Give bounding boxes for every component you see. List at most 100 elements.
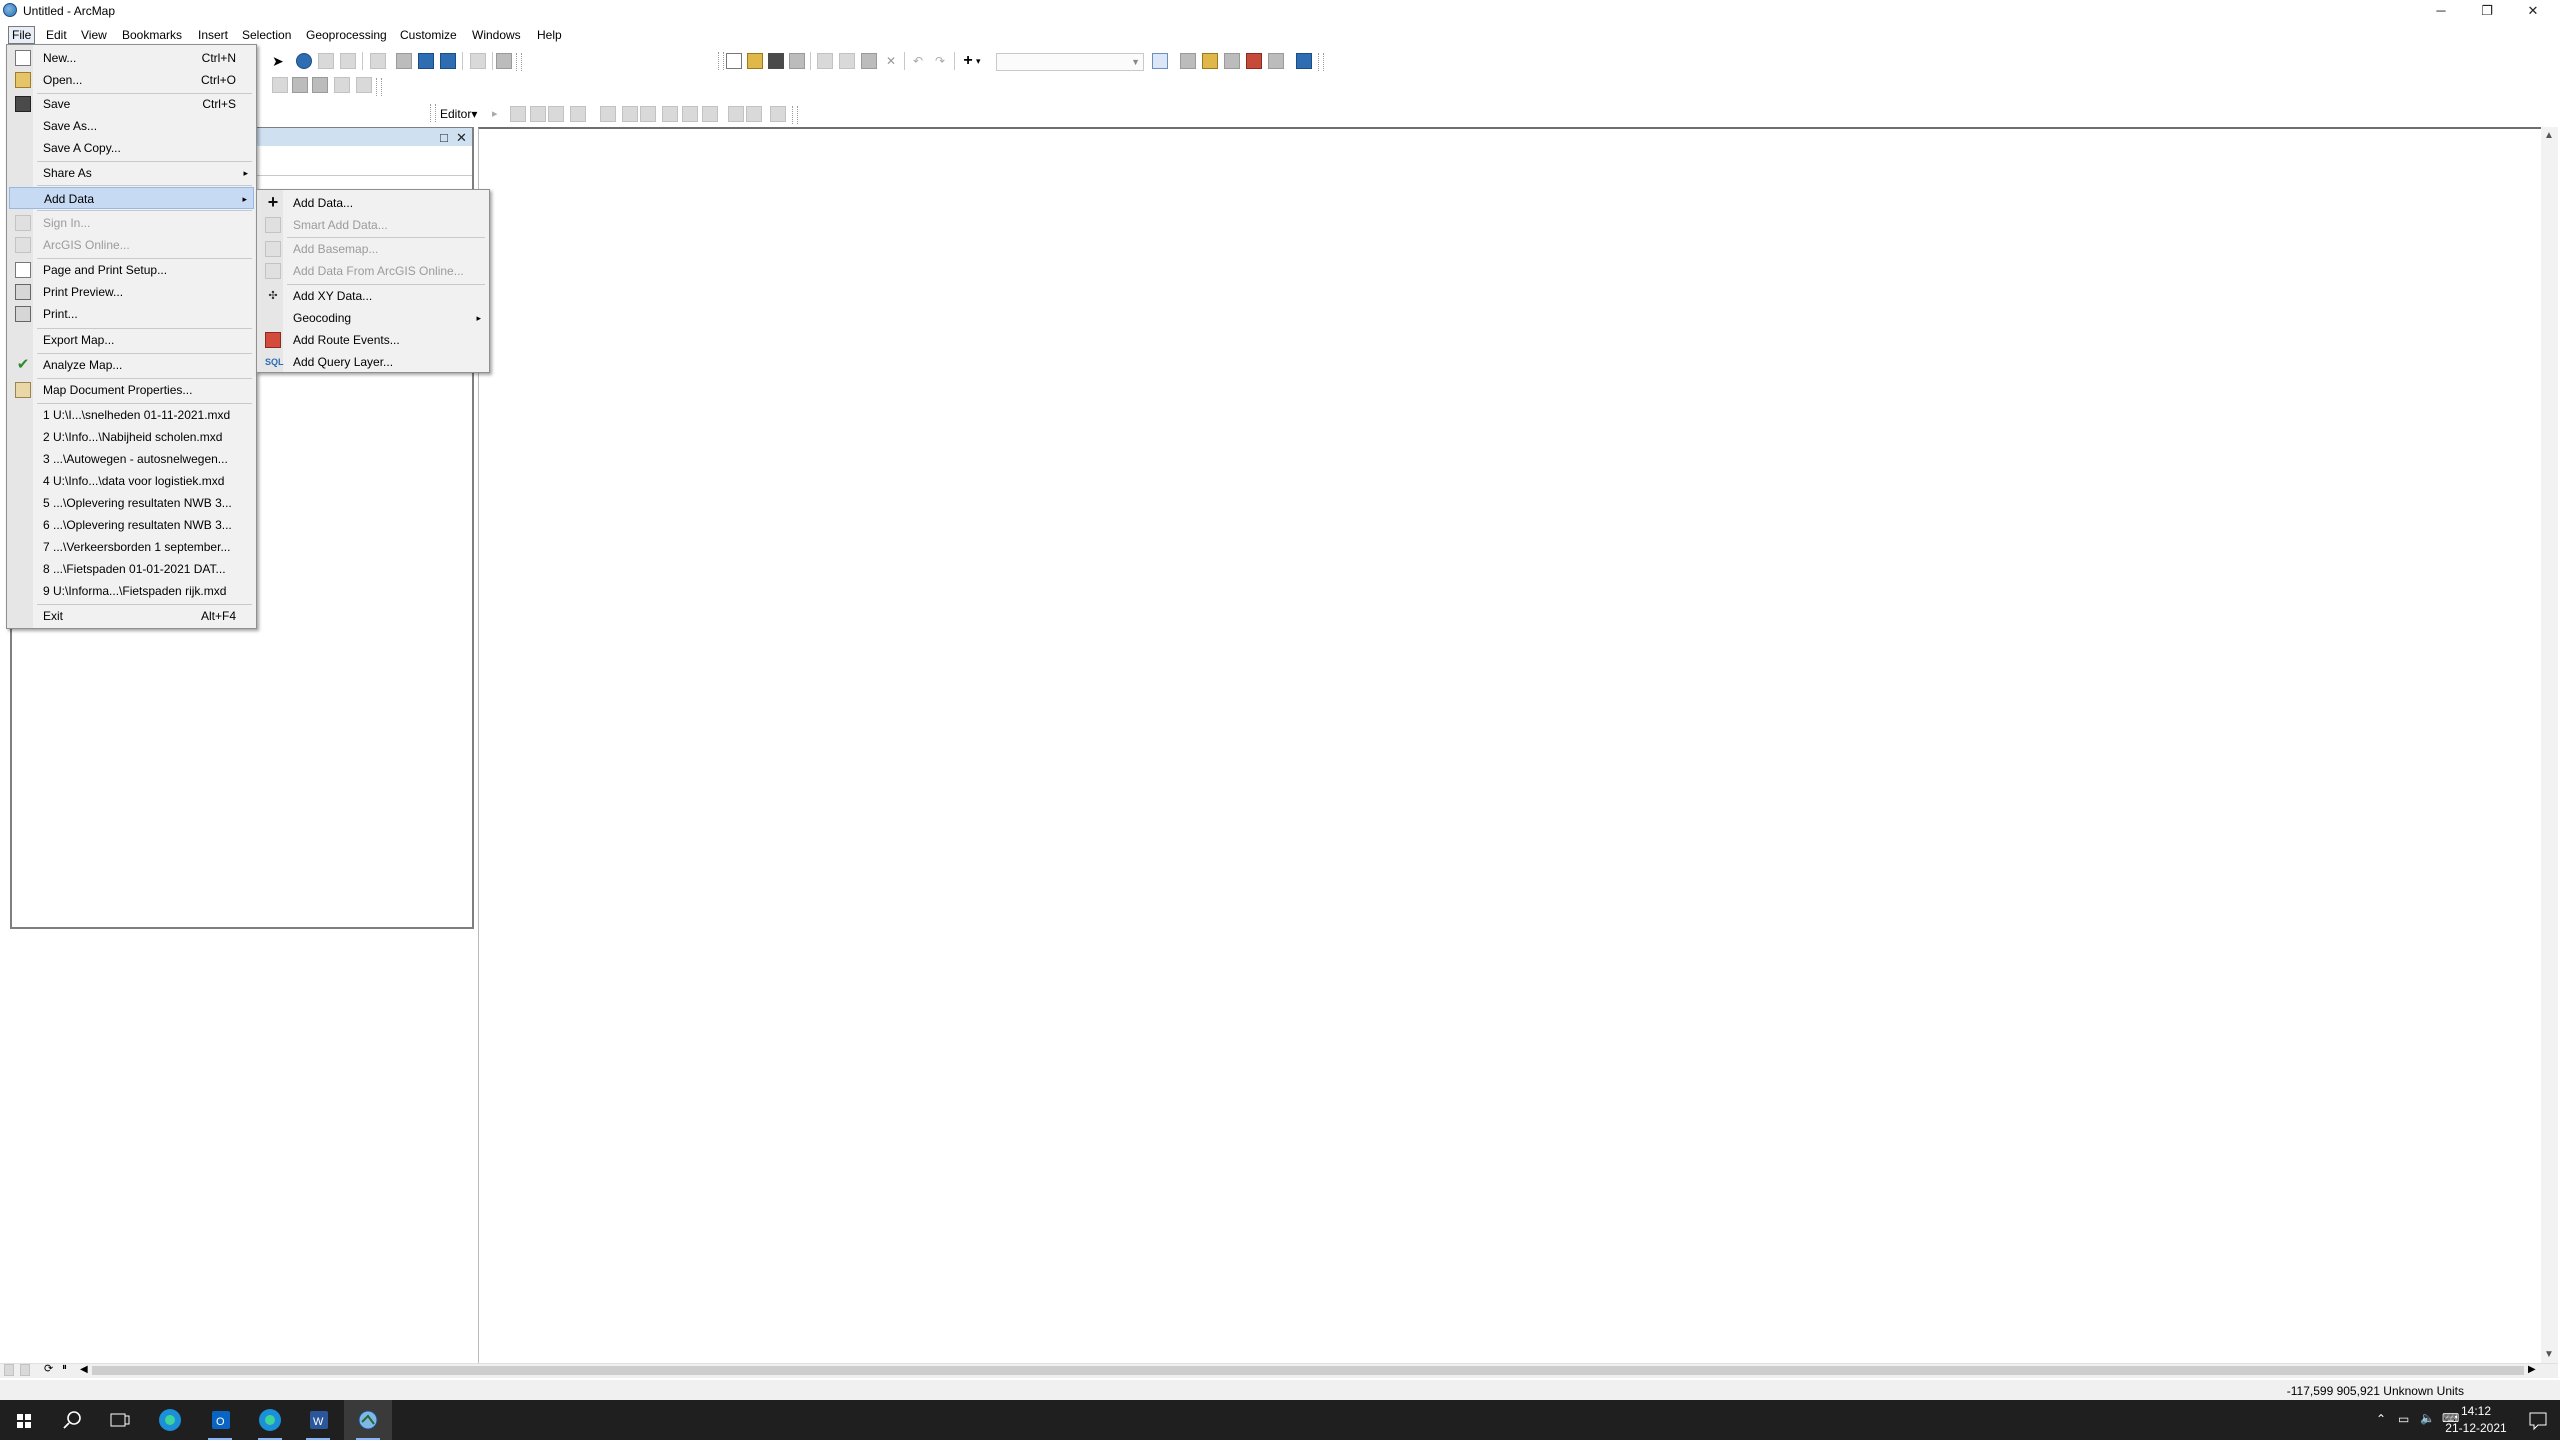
go-to-xy-icon[interactable] bbox=[370, 53, 386, 69]
file-menu-export-map[interactable]: Export Map... bbox=[9, 329, 254, 351]
smart-add-data-item[interactable]: Smart Add Data... bbox=[259, 214, 487, 236]
file-menu-save[interactable]: Save Ctrl+S bbox=[9, 93, 254, 115]
taskbar-arcmap[interactable] bbox=[344, 1400, 392, 1440]
add-query-layer-item[interactable]: SQL Add Query Layer... bbox=[259, 351, 487, 373]
scroll-right-icon[interactable]: ▶ bbox=[2528, 1364, 2536, 1375]
file-menu-exit[interactable]: Exit Alt+F4 bbox=[9, 605, 254, 627]
create-features-icon[interactable] bbox=[746, 106, 762, 122]
cut-polygons-icon[interactable] bbox=[702, 106, 718, 122]
menu-customize[interactable]: Customize bbox=[397, 26, 460, 44]
add-data-arcgis-online-item[interactable]: Add Data From ArcGIS Online... bbox=[259, 260, 487, 282]
recent-file-2[interactable]: 2 U:\Info...\Nabijheid scholen.mxd bbox=[9, 426, 254, 448]
add-basemap-item[interactable]: Add Basemap... bbox=[259, 238, 487, 260]
recent-file-4[interactable]: 4 U:\Info...\data voor logistiek.mxd bbox=[9, 470, 254, 492]
editing-window-icon[interactable] bbox=[770, 106, 786, 122]
menu-geoprocessing[interactable]: Geoprocessing bbox=[303, 26, 390, 44]
file-menu-add-data[interactable]: Add Data ▸ bbox=[9, 187, 254, 209]
file-menu-new[interactable]: New... Ctrl+N bbox=[9, 47, 254, 69]
menu-file[interactable]: File bbox=[8, 26, 36, 44]
redo-icon[interactable]: ↷ bbox=[932, 53, 948, 69]
search-window-icon[interactable] bbox=[1224, 53, 1240, 69]
horizontal-scrollbar[interactable]: ⟳ ⏸ ◀ ▶ bbox=[0, 1362, 2558, 1378]
delete-icon[interactable]: ✕ bbox=[883, 53, 899, 69]
menu-insert[interactable]: Insert bbox=[195, 26, 231, 44]
file-menu-map-document-properties[interactable]: Map Document Properties... bbox=[9, 379, 254, 401]
menu-view[interactable]: View bbox=[78, 26, 110, 44]
taskbar-edge-2[interactable] bbox=[246, 1400, 294, 1440]
menu-bookmarks[interactable]: Bookmarks bbox=[119, 26, 185, 44]
rotate-tool-icon[interactable] bbox=[622, 106, 638, 122]
file-menu-arcgis-online[interactable]: ArcGIS Online... bbox=[9, 234, 254, 256]
toc-float-icon[interactable]: □ bbox=[440, 130, 448, 145]
file-menu-print-preview[interactable]: Print Preview... bbox=[9, 281, 254, 303]
recent-file-3[interactable]: 3 ...\Autowegen - autosnelwegen... bbox=[9, 448, 254, 470]
recent-file-7[interactable]: 7 ...\Verkeersborden 1 september... bbox=[9, 536, 254, 558]
toggle-draft-mode-icon[interactable] bbox=[356, 77, 372, 93]
menu-windows[interactable]: Windows bbox=[469, 26, 524, 44]
scroll-down-icon[interactable]: ▼ bbox=[2544, 1349, 2554, 1360]
pan-layout-icon[interactable] bbox=[292, 77, 308, 93]
data-view-icon[interactable] bbox=[4, 1364, 14, 1376]
taskbar-word[interactable]: W bbox=[294, 1400, 342, 1440]
task-view-button[interactable] bbox=[96, 1400, 144, 1440]
open-toolbar-icon[interactable] bbox=[747, 53, 763, 69]
vertical-scrollbar[interactable]: ▲ ▼ bbox=[2541, 127, 2558, 1364]
file-menu-analyze-map[interactable]: ✔ Analyze Map... bbox=[9, 354, 254, 376]
taskbar-search-button[interactable] bbox=[48, 1400, 96, 1440]
arctoolbox-icon[interactable] bbox=[1246, 53, 1262, 69]
clock[interactable]: 14:12 21-12-2021 bbox=[2444, 1400, 2508, 1440]
new-document-toolbar-icon[interactable] bbox=[726, 53, 742, 69]
taskbar-outlook[interactable]: O bbox=[196, 1400, 244, 1440]
measure-icon[interactable] bbox=[340, 53, 356, 69]
maximize-button[interactable]: ❐ bbox=[2464, 0, 2510, 22]
geocoding-item[interactable]: Geocoding ▸ bbox=[259, 307, 487, 329]
sketch-properties-icon[interactable] bbox=[728, 106, 744, 122]
python-window-icon[interactable] bbox=[1268, 53, 1284, 69]
html-popup-icon[interactable] bbox=[318, 53, 334, 69]
editor-menu-button[interactable]: Editor▾ bbox=[440, 107, 477, 121]
create-viewer-window-icon[interactable] bbox=[496, 53, 512, 69]
table-of-contents-window-icon[interactable] bbox=[1180, 53, 1196, 69]
file-menu-save-a-copy[interactable]: Save A Copy... bbox=[9, 137, 254, 159]
zoom-whole-page-icon[interactable] bbox=[312, 77, 328, 93]
split-tool-icon[interactable] bbox=[600, 106, 616, 122]
refresh-view-icon[interactable]: ⟳ bbox=[44, 1362, 60, 1378]
file-menu-sign-in[interactable]: Sign In... bbox=[9, 212, 254, 234]
volume-icon[interactable]: 🔈 bbox=[2420, 1411, 2435, 1425]
file-menu-print[interactable]: Print... bbox=[9, 303, 254, 325]
file-menu-open[interactable]: Open... Ctrl+O bbox=[9, 69, 254, 91]
add-xy-data-item[interactable]: ✣ Add XY Data... bbox=[259, 285, 487, 307]
straight-segment-icon[interactable] bbox=[530, 106, 546, 122]
find-route-icon[interactable] bbox=[418, 53, 434, 69]
cut-icon[interactable] bbox=[817, 53, 833, 69]
file-menu-page-print-setup[interactable]: Page and Print Setup... bbox=[9, 259, 254, 281]
edit-annotation-icon[interactable] bbox=[510, 106, 526, 122]
chevron-up-icon[interactable]: ⌃ bbox=[2376, 1412, 2386, 1426]
pause-drawing-icon[interactable]: ⏸ bbox=[62, 1362, 78, 1378]
reshape-icon[interactable] bbox=[682, 106, 698, 122]
scroll-left-icon[interactable]: ◀ bbox=[80, 1364, 88, 1375]
curve-segment-icon[interactable] bbox=[548, 106, 564, 122]
paste-icon[interactable] bbox=[861, 53, 877, 69]
edit-tool-icon[interactable]: ▸ bbox=[492, 106, 508, 122]
recent-file-8[interactable]: 8 ...\Fietspaden 01-01-2021 DAT... bbox=[9, 558, 254, 580]
close-button[interactable]: ✕ bbox=[2510, 0, 2556, 22]
recent-file-6[interactable]: 6 ...\Oplevering resultaten NWB 3... bbox=[9, 514, 254, 536]
sketch-tools-dropdown-icon[interactable] bbox=[570, 106, 586, 122]
menu-selection[interactable]: Selection bbox=[239, 26, 294, 44]
network-icon[interactable]: ▭ bbox=[2398, 1412, 2409, 1426]
file-menu-share-as[interactable]: Share As ▸ bbox=[9, 162, 254, 184]
recent-file-5[interactable]: 5 ...\Oplevering resultaten NWB 3... bbox=[9, 492, 254, 514]
map-display[interactable] bbox=[478, 127, 2541, 1364]
modelbuilder-icon[interactable] bbox=[1296, 53, 1312, 69]
time-slider-icon[interactable] bbox=[470, 53, 486, 69]
add-data-toolbar-icon[interactable]: + bbox=[960, 53, 976, 69]
catalog-window-icon[interactable] bbox=[1202, 53, 1218, 69]
start-button[interactable] bbox=[0, 1400, 48, 1440]
minimize-button[interactable]: ─ bbox=[2418, 0, 2464, 22]
editor-toolbar-toggle-icon[interactable] bbox=[1152, 53, 1168, 69]
edit-vertices-icon[interactable] bbox=[662, 106, 678, 122]
identify-icon[interactable] bbox=[296, 53, 312, 69]
file-menu-save-as[interactable]: Save As... bbox=[9, 115, 254, 137]
print-toolbar-icon[interactable] bbox=[789, 53, 805, 69]
